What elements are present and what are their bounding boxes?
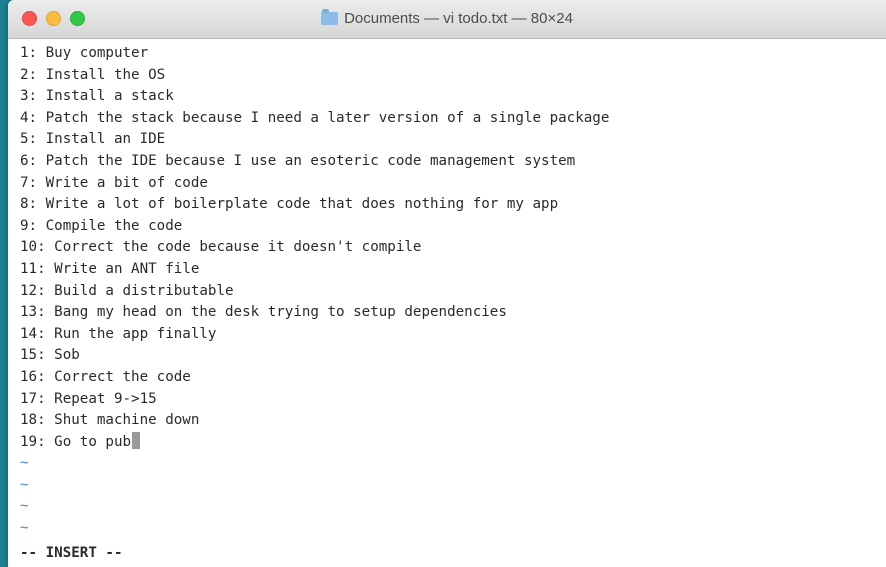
vi-editor[interactable]: 1: Buy computer 2: Install the OS 3: Ins… <box>8 39 886 567</box>
folder-icon <box>321 9 339 25</box>
text-cursor <box>132 431 141 449</box>
title-bar[interactable]: Documents — vi todo.txt — 80×24 <box>8 0 886 39</box>
text-line-19-row: 19: Go to pub <box>20 431 886 454</box>
text-line-14: 14: Run the app finally <box>20 325 217 342</box>
empty-line-marker: ~ <box>20 476 29 493</box>
text-line-10: 10: Correct the code because it doesn't … <box>20 239 422 256</box>
text-line-2: 2: Install the OS <box>20 66 166 83</box>
text-line-8: 8: Write a lot of boilerplate code that … <box>20 196 559 213</box>
text-line-4: 4: Patch the stack because I need a late… <box>20 109 610 126</box>
text-line-1: 1: Buy computer <box>20 45 149 61</box>
empty-line-marker: ~ <box>20 455 29 472</box>
text-line-16: 16: Correct the code <box>20 368 191 385</box>
terminal-window: Documents — vi todo.txt — 80×24 1: Buy c… <box>8 0 886 567</box>
empty-line-marker: ~ <box>20 520 29 537</box>
text-line-11: 11: Write an ANT file <box>20 260 200 277</box>
text-line-5: 5: Install an IDE <box>20 131 166 148</box>
text-line-3: 3: Install a stack <box>20 88 174 105</box>
text-line-12: 12: Build a distributable <box>20 282 234 299</box>
text-line-9: 9: Compile the code <box>20 217 183 234</box>
empty-line-marker: ~ <box>20 498 29 515</box>
window-title: Documents — vi todo.txt — 80×24 <box>344 10 573 27</box>
text-line-13: 13: Bang my head on the desk trying to s… <box>20 304 507 321</box>
text-line-19: 19: Go to pub <box>20 433 132 450</box>
mode-indicator: -- INSERT -- <box>20 545 123 561</box>
text-line-7: 7: Write a bit of code <box>20 174 208 191</box>
text-line-18: 18: Shut machine down <box>20 412 200 429</box>
text-line-6: 6: Patch the IDE because I use an esoter… <box>20 152 576 169</box>
text-line-15: 15: Sob <box>20 347 80 364</box>
text-line-17: 17: Repeat 9->15 <box>20 390 157 407</box>
window-title-area: Documents — vi todo.txt — 80×24 <box>8 9 886 27</box>
